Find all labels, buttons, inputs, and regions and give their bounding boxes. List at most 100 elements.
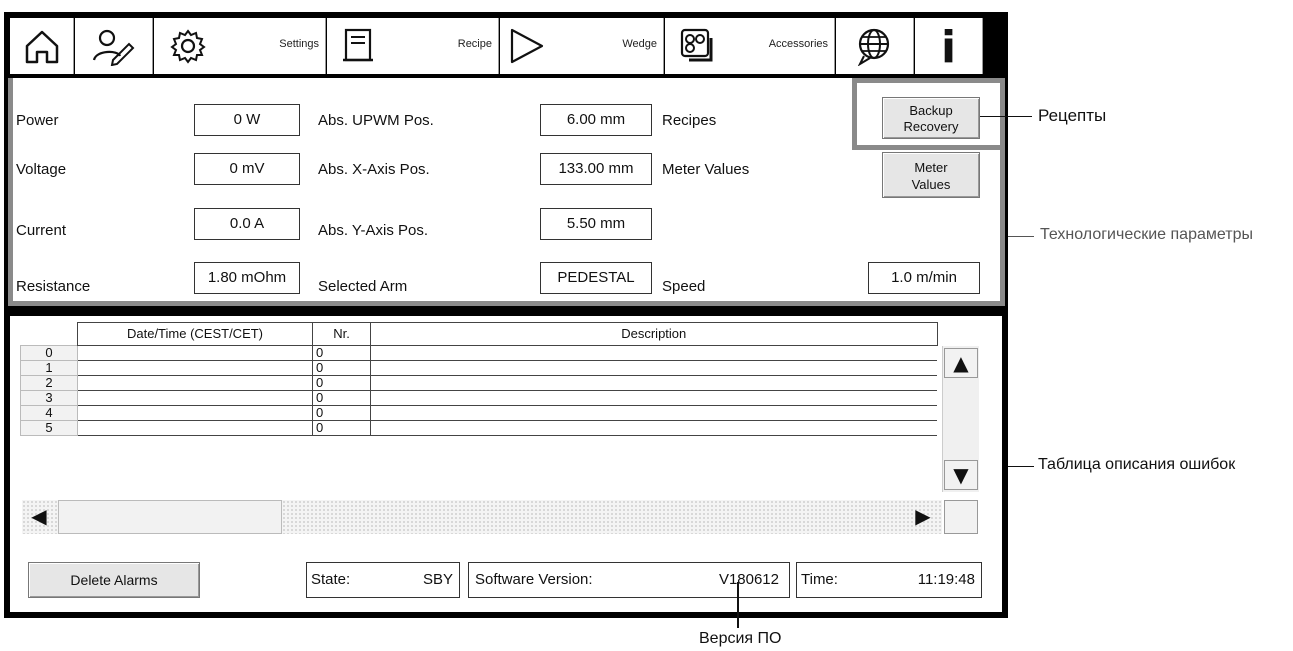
recipe-button[interactable]: Recipe	[327, 18, 499, 74]
software-version-box: Software Version: V180612	[468, 562, 790, 598]
recovery-line: Recovery	[903, 119, 959, 134]
user-button[interactable]	[75, 18, 153, 74]
scroll-up-button[interactable]: ▲	[944, 348, 978, 378]
upwm-value: 6.00 mm	[540, 104, 652, 136]
arm-label: Selected Arm	[318, 278, 408, 295]
meter-values-label: Meter Values	[662, 161, 750, 178]
table-corner	[20, 322, 78, 346]
gear-icon	[170, 29, 206, 64]
home-icon	[25, 30, 59, 64]
up-arrow-icon: ▲	[953, 351, 969, 375]
language-button[interactable]	[836, 18, 914, 74]
values-line: Values	[911, 177, 951, 192]
recipes-leader-line	[980, 116, 1032, 117]
table-row[interactable]: 40	[20, 405, 937, 421]
time-box: Time: 11:19:48	[796, 562, 982, 598]
power-value: 0 W	[194, 104, 300, 136]
cell-nr: 0	[312, 345, 371, 361]
table-row[interactable]: 20	[20, 375, 937, 391]
row-index: 0	[20, 345, 78, 361]
power-label: Power	[16, 112, 59, 129]
table-row[interactable]: 10	[20, 360, 937, 376]
vertical-scrollbar[interactable]: ▲ ▼	[942, 346, 979, 492]
cell-description	[370, 390, 937, 406]
cell-nr: 0	[312, 390, 371, 406]
cell-datetime	[77, 405, 313, 421]
xaxis-label: Abs. X-Axis Pos.	[318, 161, 430, 178]
cell-nr: 0	[312, 360, 371, 376]
software-label: Software Version:	[475, 571, 593, 588]
table-row[interactable]: 30	[20, 390, 937, 406]
recipe-icon	[343, 28, 373, 62]
down-arrow-icon: ▼	[953, 463, 969, 487]
time-value: 11:19:48	[917, 571, 975, 588]
meter-values-button[interactable]: Meter Values	[882, 152, 980, 198]
info-icon: i	[940, 22, 957, 73]
horizontal-scroll-thumb[interactable]	[58, 500, 282, 534]
state-label: State:	[311, 571, 351, 588]
software-value: V180612	[718, 571, 779, 588]
recipe-label: Recipe	[457, 38, 492, 50]
accessories-icon	[680, 28, 713, 62]
accessories-button[interactable]: Accessories	[665, 18, 835, 74]
error-table-leader-line	[1008, 466, 1034, 467]
delete-alarms-button[interactable]: Delete Alarms	[28, 562, 200, 598]
row-index: 2	[20, 375, 78, 391]
voltage-label: Voltage	[16, 161, 67, 178]
right-arrow-icon: ▶	[915, 504, 931, 528]
column-datetime[interactable]: Date/Time (CEST/CET)	[77, 322, 313, 346]
state-value: SBY	[422, 571, 453, 588]
cell-description	[370, 345, 937, 361]
resistance-value: 1.80 mOhm	[194, 262, 300, 294]
cell-description	[370, 360, 937, 376]
row-index: 1	[20, 360, 78, 376]
horizontal-scrollbar[interactable]: ◀ ▶	[22, 500, 942, 534]
params-annotation: Технологические параметры	[1040, 226, 1253, 243]
cell-description	[370, 375, 937, 391]
row-index: 5	[20, 420, 78, 436]
backup-recovery-button[interactable]: Backup Recovery	[882, 97, 980, 139]
voltage-value: 0 mV	[194, 153, 300, 185]
yaxis-value: 5.50 mm	[540, 208, 652, 240]
toolbar: Settings Recipe Wedge Accessories i	[4, 12, 1008, 76]
scroll-down-button[interactable]: ▼	[944, 460, 978, 490]
cell-nr: 0	[312, 405, 371, 421]
table-row[interactable]: 00	[20, 345, 937, 361]
cell-datetime	[77, 420, 313, 436]
scroll-corner	[944, 500, 978, 534]
wedge-label: Wedge	[622, 38, 657, 50]
arm-value: PEDESTAL	[540, 262, 652, 294]
scroll-left-button[interactable]: ◀	[22, 502, 56, 532]
error-table-annotation: Таблица описания ошибок	[1038, 456, 1236, 473]
cell-datetime	[77, 375, 313, 391]
wedge-button[interactable]: Wedge	[500, 18, 664, 74]
column-description[interactable]: Description	[370, 322, 938, 346]
settings-label: Settings	[279, 38, 319, 50]
table-row[interactable]: 50	[20, 420, 937, 436]
alarm-table: Date/Time (CEST/CET) Nr. Description 00 …	[20, 322, 938, 436]
globe-icon	[857, 28, 890, 66]
software-version-annotation: Версия ПО	[699, 630, 782, 647]
speed-label: Speed	[662, 278, 706, 295]
cell-datetime	[77, 345, 313, 361]
cell-datetime	[77, 390, 313, 406]
user-edit-icon	[92, 29, 135, 66]
cell-datetime	[77, 360, 313, 376]
settings-button[interactable]: Settings	[154, 18, 326, 74]
row-index: 3	[20, 390, 78, 406]
yaxis-label: Abs. Y-Axis Pos.	[318, 222, 429, 239]
meter-line: Meter	[914, 160, 948, 175]
resistance-label: Resistance	[16, 278, 91, 295]
left-arrow-icon: ◀	[31, 504, 47, 528]
cell-nr: 0	[312, 375, 371, 391]
column-nr[interactable]: Nr.	[312, 322, 371, 346]
recipes-annotation: Рецепты	[1038, 106, 1107, 125]
home-button[interactable]	[10, 18, 74, 74]
row-index: 4	[20, 405, 78, 421]
cell-description	[370, 420, 937, 436]
cell-description	[370, 405, 937, 421]
info-button[interactable]: i	[915, 18, 983, 74]
time-label: Time:	[801, 571, 838, 588]
play-icon	[510, 28, 544, 64]
scroll-right-button[interactable]: ▶	[906, 502, 940, 532]
